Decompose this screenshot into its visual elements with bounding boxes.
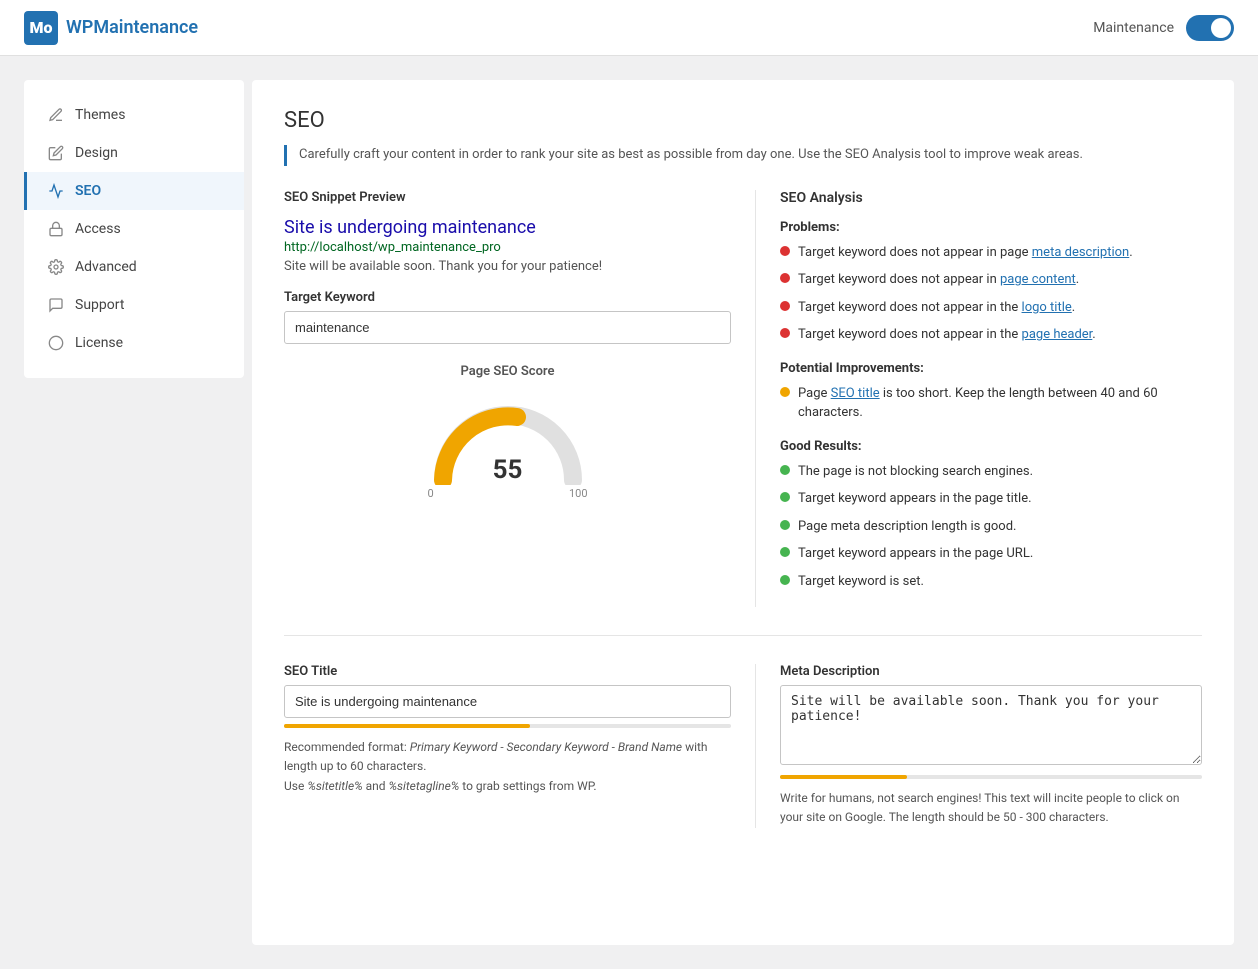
access-label: Access [75, 221, 121, 237]
seo-analysis-title: SEO Analysis [780, 190, 1202, 206]
license-icon [47, 334, 65, 352]
meta-desc-progress-bar [780, 775, 1202, 779]
seo-analysis-section: SEO Analysis Problems: Target keyword do… [755, 190, 1202, 608]
main-content: SEO Carefully craft your content in orde… [252, 80, 1234, 945]
orange-dot-1 [780, 387, 790, 397]
meta-description-link[interactable]: meta description [1032, 245, 1129, 260]
target-keyword-label: Target Keyword [284, 290, 731, 305]
good-item-1: The page is not blocking search engines. [780, 462, 1202, 482]
sidebar-item-seo[interactable]: SEO [24, 172, 244, 210]
seo-title-progress-fill [284, 724, 530, 728]
gauge-labels: 0 100 [428, 487, 588, 500]
support-icon [47, 296, 65, 314]
logo-icon: Mo [24, 11, 58, 45]
seo-title-input[interactable] [284, 685, 731, 718]
green-dot-5 [780, 575, 790, 585]
themes-label: Themes [75, 107, 125, 123]
green-dot-2 [780, 492, 790, 502]
design-icon [47, 144, 65, 162]
sidebar-item-design[interactable]: Design [24, 134, 244, 172]
red-dot-3 [780, 301, 790, 311]
page-description: Carefully craft your content in order to… [284, 145, 1202, 166]
advanced-icon [47, 258, 65, 276]
app-wrapper: Themes Design SEO Access Advanced [0, 56, 1258, 969]
red-dot-4 [780, 328, 790, 338]
seo-label: SEO [75, 183, 101, 199]
page-content-link[interactable]: page content [1000, 272, 1076, 287]
red-dot-1 [780, 246, 790, 256]
bottom-two-col: SEO Title Recommended format: Primary Ke… [284, 664, 1202, 827]
sidebar: Themes Design SEO Access Advanced [24, 80, 244, 378]
top-two-col: SEO Snippet Preview Site is undergoing m… [284, 190, 1202, 608]
section-divider [284, 635, 1202, 636]
green-dot-1 [780, 465, 790, 475]
design-label: Design [75, 145, 118, 161]
meta-description-hint: Write for humans, not search engines! Th… [780, 789, 1202, 827]
meta-description-textarea[interactable]: Site will be available soon. Thank you f… [780, 685, 1202, 765]
problems-label: Problems: [780, 220, 1202, 235]
logo-title-link[interactable]: logo title [1022, 300, 1072, 315]
green-dot-3 [780, 520, 790, 530]
gauge-wrapper: 55 [428, 395, 588, 485]
target-keyword-input[interactable] [284, 311, 731, 344]
snippet-site-title[interactable]: Site is undergoing maintenance [284, 217, 731, 238]
problem-item-3: Target keyword does not appear in the lo… [780, 298, 1202, 318]
left-column: SEO Snippet Preview Site is undergoing m… [284, 190, 731, 608]
maintenance-label: Maintenance [1093, 20, 1174, 36]
good-item-2: Target keyword appears in the page title… [780, 489, 1202, 509]
problem-item-4: Target keyword does not appear in the pa… [780, 325, 1202, 345]
snippet-preview-label: SEO Snippet Preview [284, 190, 731, 205]
gauge-min: 0 [428, 487, 434, 500]
snippet-url: http://localhost/wp_maintenance_pro [284, 240, 731, 255]
seo-title-section: SEO Title Recommended format: Primary Ke… [284, 664, 731, 827]
problem-item-1: Target keyword does not appear in page m… [780, 243, 1202, 263]
advanced-label: Advanced [75, 259, 137, 275]
seo-title-progress-bar [284, 724, 731, 728]
meta-description-label: Meta Description [780, 664, 1202, 679]
gauge-container: Page SEO Score 55 0 100 [284, 364, 731, 500]
meta-desc-progress-fill [780, 775, 907, 779]
improvements-list: Page SEO title is too short. Keep the le… [780, 384, 1202, 423]
logo-text: WPMaintenance [66, 17, 198, 38]
top-header: Mo WPMaintenance Maintenance [0, 0, 1258, 56]
snippet-description: Site will be available soon. Thank you f… [284, 259, 731, 274]
meta-description-section: Meta Description Site will be available … [755, 664, 1202, 827]
page-header-link[interactable]: page header [1022, 327, 1093, 342]
sidebar-item-themes[interactable]: Themes [24, 96, 244, 134]
good-results-list: The page is not blocking search engines.… [780, 462, 1202, 592]
green-dot-4 [780, 547, 790, 557]
sidebar-item-support[interactable]: Support [24, 286, 244, 324]
problems-list: Target keyword does not appear in page m… [780, 243, 1202, 345]
gauge-title: Page SEO Score [461, 364, 555, 379]
access-icon [47, 220, 65, 238]
themes-icon [47, 106, 65, 124]
good-item-4: Target keyword appears in the page URL. [780, 544, 1202, 564]
good-item-5: Target keyword is set. [780, 572, 1202, 592]
page-title: SEO [284, 108, 1202, 133]
maintenance-toggle[interactable] [1186, 15, 1234, 41]
sidebar-item-access[interactable]: Access [24, 210, 244, 248]
logo-area: Mo WPMaintenance [24, 11, 198, 45]
sidebar-item-license[interactable]: License [24, 324, 244, 362]
improvements-label: Potential Improvements: [780, 361, 1202, 376]
improvement-item-1: Page SEO title is too short. Keep the le… [780, 384, 1202, 423]
seo-title-hint: Recommended format: Primary Keyword - Se… [284, 738, 731, 796]
header-right: Maintenance [1093, 15, 1234, 41]
seo-icon [47, 182, 65, 200]
license-label: License [75, 335, 123, 351]
good-item-3: Page meta description length is good. [780, 517, 1202, 537]
red-dot-2 [780, 273, 790, 283]
gauge-max: 100 [569, 487, 588, 500]
gauge-score: 55 [493, 455, 523, 485]
seo-title-link[interactable]: SEO title [831, 386, 880, 401]
good-results-label: Good Results: [780, 439, 1202, 454]
problem-item-2: Target keyword does not appear in page c… [780, 270, 1202, 290]
support-label: Support [75, 297, 124, 313]
seo-title-label: SEO Title [284, 664, 731, 679]
sidebar-item-advanced[interactable]: Advanced [24, 248, 244, 286]
